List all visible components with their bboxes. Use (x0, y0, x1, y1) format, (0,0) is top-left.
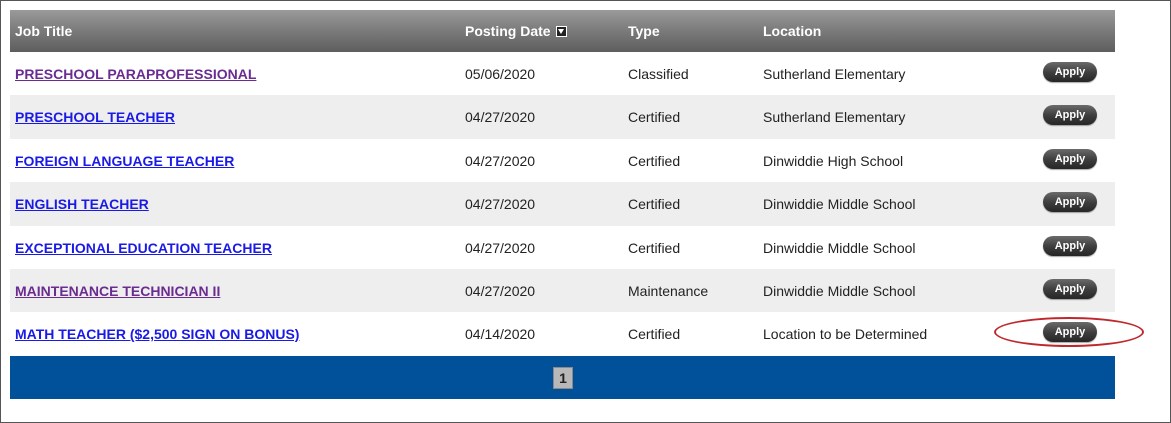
apply-button[interactable]: Apply (1043, 322, 1097, 343)
job-type: Certified (628, 109, 681, 126)
posting-date: 04/27/2020 (465, 239, 536, 256)
table-row: FOREIGN LANGUAGE TEACHER 04/27/2020 Cert… (10, 139, 1115, 182)
table-row: PRESCHOOL PARAPROFESSIONAL 05/06/2020 Cl… (10, 52, 1115, 95)
posting-date: 04/27/2020 (465, 282, 536, 299)
posting-date: 04/27/2020 (465, 152, 536, 169)
job-type: Certified (628, 196, 681, 213)
job-type: Certified (628, 239, 681, 256)
job-title-link[interactable]: PRESCHOOL TEACHER (15, 109, 175, 125)
posting-date: 04/27/2020 (465, 109, 536, 126)
job-title-link[interactable]: MAINTENANCE TECHNICIAN II (15, 283, 220, 299)
pagination-bar: 1 (10, 355, 1115, 399)
table-row: EXCEPTIONAL EDUCATION TEACHER 04/27/2020… (10, 226, 1115, 269)
table-row: PRESCHOOL TEACHER 04/27/2020 Certified S… (10, 95, 1115, 139)
job-type: Maintenance (628, 282, 709, 299)
job-type: Certified (628, 152, 681, 169)
job-postings-table: Job Title Posting Date Type Location PRE… (10, 10, 1144, 399)
job-location: Sutherland Elementary (763, 66, 906, 82)
header-posting-date-label: Posting Date (465, 23, 551, 39)
header-job-title[interactable]: Job Title (15, 23, 72, 39)
page-button-current[interactable]: 1 (553, 366, 573, 389)
header-location[interactable]: Location (763, 23, 821, 39)
table-row: MAINTENANCE TECHNICIAN II 04/27/2020 Mai… (10, 268, 1115, 313)
header-type[interactable]: Type (628, 23, 660, 39)
table-body: PRESCHOOL PARAPROFESSIONAL 05/06/2020 Cl… (10, 52, 1144, 356)
job-location: Dinwiddie Middle School (763, 196, 916, 213)
screenshot-frame: Job Title Posting Date Type Location PRE… (0, 0, 1171, 423)
job-location: Dinwiddie High School (763, 152, 904, 169)
table-row: MATH TEACHER ($2,500 SIGN ON BONUS) 04/1… (10, 312, 1144, 355)
job-title-link[interactable]: FOREIGN LANGUAGE TEACHER (15, 153, 234, 169)
apply-button[interactable]: Apply (1043, 105, 1097, 126)
posting-date: 05/06/2020 (465, 66, 536, 82)
job-location: Dinwiddie Middle School (763, 239, 916, 256)
apply-button[interactable]: Apply (1043, 62, 1097, 82)
job-type: Certified (628, 326, 681, 343)
job-title-link[interactable]: PRESCHOOL PARAPROFESSIONAL (15, 66, 256, 82)
job-title-link[interactable]: ENGLISH TEACHER (15, 196, 149, 212)
apply-button[interactable]: Apply (1043, 278, 1097, 299)
job-location: Dinwiddie Middle School (763, 282, 916, 299)
table-row: ENGLISH TEACHER 04/27/2020 Certified Din… (10, 182, 1115, 226)
apply-button[interactable]: Apply (1043, 235, 1097, 256)
posting-date: 04/14/2020 (465, 326, 536, 343)
table-header: Job Title Posting Date Type Location (10, 10, 1115, 52)
apply-button[interactable]: Apply (1043, 148, 1097, 169)
job-title-link[interactable]: MATH TEACHER ($2,500 SIGN ON BONUS) (15, 326, 299, 342)
job-type: Classified (628, 66, 689, 82)
header-posting-date[interactable]: Posting Date (465, 23, 568, 39)
job-location: Location to be Determined (763, 326, 928, 343)
job-location: Sutherland Elementary (763, 109, 906, 126)
apply-button[interactable]: Apply (1043, 192, 1097, 213)
job-title-link[interactable]: EXCEPTIONAL EDUCATION TEACHER (15, 240, 272, 256)
posting-date: 04/27/2020 (465, 196, 536, 213)
sort-down-icon[interactable] (556, 26, 568, 37)
